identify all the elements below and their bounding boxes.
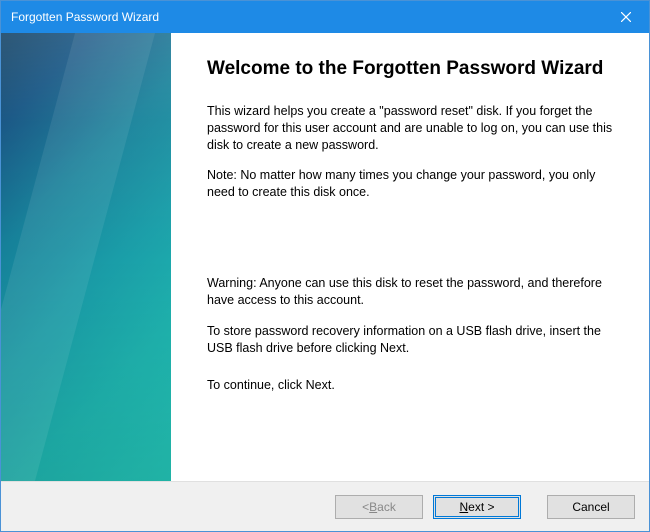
cancel-button[interactable]: Cancel: [547, 495, 635, 519]
close-button[interactable]: [603, 1, 649, 33]
window-title: Forgotten Password Wizard: [11, 10, 159, 24]
continue-paragraph: To continue, click Next.: [207, 377, 613, 394]
intro-paragraph: This wizard helps you create a "password…: [207, 103, 613, 154]
content-area: Welcome to the Forgotten Password Wizard…: [1, 33, 649, 481]
page-heading: Welcome to the Forgotten Password Wizard: [207, 57, 613, 81]
close-icon: [621, 12, 631, 22]
next-button[interactable]: Next >: [433, 495, 521, 519]
back-button: < Back: [335, 495, 423, 519]
button-footer: < Back Next > Cancel: [1, 481, 649, 531]
warning-paragraph: Warning: Anyone can use this disk to res…: [207, 275, 613, 309]
main-panel: Welcome to the Forgotten Password Wizard…: [171, 33, 649, 481]
side-banner: [1, 33, 171, 481]
titlebar: Forgotten Password Wizard: [1, 1, 649, 33]
note-paragraph: Note: No matter how many times you chang…: [207, 167, 613, 201]
usb-paragraph: To store password recovery information o…: [207, 323, 613, 357]
